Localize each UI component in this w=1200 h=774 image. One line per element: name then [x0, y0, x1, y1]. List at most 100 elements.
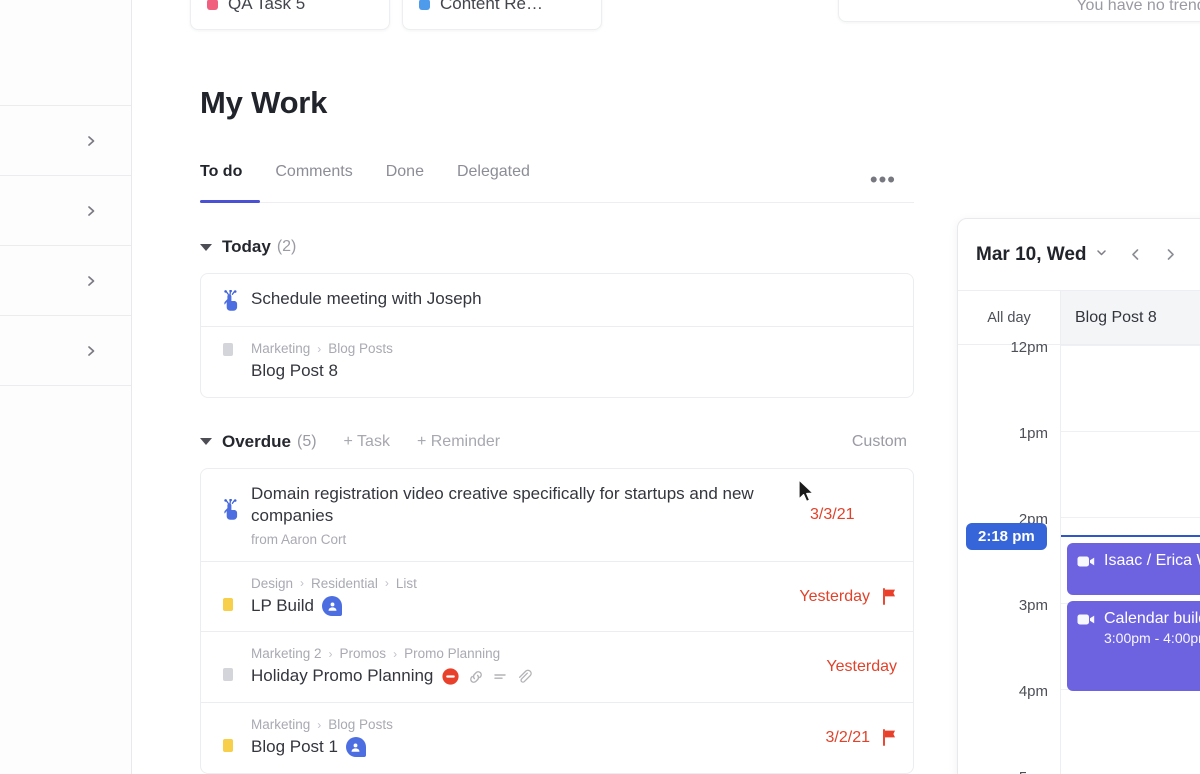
assignee-avatar[interactable]	[345, 737, 366, 758]
breadcrumb-item[interactable]: Marketing	[251, 717, 310, 732]
app-root: QA Task 5 Content Re… You have no trendi…	[0, 0, 1200, 774]
add-task-button[interactable]: + Task	[344, 433, 390, 451]
event-time: 3:00pm - 4:00pm	[1104, 630, 1200, 646]
breadcrumb-separator-icon: ›	[300, 576, 305, 591]
tab-to-do[interactable]: To do	[200, 163, 242, 198]
section-count: (2)	[276, 238, 297, 255]
chevron-right-icon[interactable]	[84, 274, 98, 288]
sidebar-row-2[interactable]	[0, 176, 131, 246]
task-name: Schedule meeting with Joseph	[251, 288, 883, 311]
breadcrumb-item[interactable]: Blog Posts	[328, 717, 393, 732]
calendar-date-label[interactable]: Mar 10, Wed	[976, 244, 1087, 266]
sidebar-row-4[interactable]	[0, 316, 131, 386]
trending-empty-text: You have no trending	[1076, 0, 1200, 14]
priority-flag-icon[interactable]	[882, 588, 897, 606]
breadcrumb-item[interactable]: Marketing	[251, 341, 310, 356]
calendar-time-grid: 12pm 1pm 2pm 3pm 4pm 5pm	[958, 339, 1200, 774]
status-square-icon[interactable]	[223, 739, 233, 753]
all-day-row: All day Blog Post 8	[958, 291, 1200, 345]
calendar-nav	[1128, 247, 1178, 262]
tab-delegated[interactable]: Delegated	[457, 163, 530, 198]
breadcrumb-item[interactable]: List	[396, 576, 417, 591]
breadcrumb-item[interactable]: Marketing 2	[251, 646, 322, 661]
person-icon	[328, 602, 336, 611]
calendar-lanes[interactable]: Isaac / Erica W Calendar build 3:00pm - …	[1061, 345, 1200, 774]
task-body: Marketing › Blog Posts Blog Post 8	[251, 341, 883, 383]
status-square-icon[interactable]	[223, 668, 233, 682]
next-day-button[interactable]	[1163, 247, 1178, 262]
chevron-right-icon[interactable]	[84, 134, 98, 148]
collapse-caret-icon[interactable]	[200, 243, 212, 251]
task-row[interactable]: Marketing 2 › Promos › Promo Planning Ho…	[200, 632, 914, 704]
main-column: My Work To do Comments Done Delegated ••…	[200, 0, 915, 774]
sidebar-row-3[interactable]	[0, 246, 131, 316]
calendar-event[interactable]: Calendar build 3:00pm - 4:00pm	[1067, 601, 1200, 691]
task-name: Domain registration video creative speci…	[251, 483, 796, 528]
hour-gridline	[1061, 517, 1200, 518]
task-name: Blog Post 8	[251, 360, 883, 383]
task-row[interactable]: Marketing › Blog Posts Blog Post 8	[200, 327, 914, 398]
task-row[interactable]: Schedule meeting with Joseph	[200, 273, 914, 327]
task-body: Domain registration video creative speci…	[251, 483, 796, 547]
left-sidebar	[0, 0, 132, 774]
chevron-right-icon[interactable]	[84, 344, 98, 358]
hour-gridline	[1061, 345, 1200, 346]
task-name: Holiday Promo Planning	[251, 665, 812, 688]
sidebar-row-1[interactable]	[0, 106, 131, 176]
breadcrumb-item[interactable]: Promos	[340, 646, 387, 661]
chevron-right-icon[interactable]	[84, 204, 98, 218]
tab-done[interactable]: Done	[386, 163, 424, 198]
breadcrumb: Design › Residential › List	[251, 576, 785, 591]
task-meta: Yesterday	[812, 658, 897, 676]
task-body: Marketing › Blog Posts Blog Post 1	[251, 717, 812, 759]
calendar-event[interactable]: Isaac / Erica W	[1067, 543, 1200, 595]
previous-day-button[interactable]	[1128, 247, 1143, 262]
task-icon-slot	[221, 646, 251, 682]
task-name: LP Build	[251, 595, 785, 618]
assignee-avatar[interactable]	[322, 596, 343, 617]
add-reminder-button[interactable]: + Reminder	[417, 433, 500, 451]
status-square-icon[interactable]	[223, 343, 233, 356]
breadcrumb-item[interactable]: Blog Posts	[328, 341, 393, 356]
tab-comments[interactable]: Comments	[275, 163, 352, 198]
custom-sort-button[interactable]: Custom	[852, 433, 915, 451]
task-body: Marketing 2 › Promos › Promo Planning Ho…	[251, 646, 812, 688]
breadcrumb: Marketing › Blog Posts	[251, 341, 883, 356]
task-body: Design › Residential › List LP Build	[251, 576, 785, 618]
collapse-caret-icon[interactable]	[200, 438, 212, 446]
tabs-more-icon[interactable]: •••	[870, 169, 896, 191]
breadcrumb-separator-icon: ›	[317, 717, 322, 732]
link-icon[interactable]	[468, 669, 484, 685]
priority-flag-icon[interactable]	[882, 729, 897, 747]
video-camera-icon	[1077, 556, 1095, 566]
breadcrumb: Marketing › Blog Posts	[251, 717, 812, 732]
event-title: Isaac / Erica W	[1104, 552, 1200, 569]
task-list-today: Schedule meeting with Joseph Marketing ›…	[200, 273, 914, 398]
sidebar-row-top	[0, 0, 131, 106]
due-date[interactable]: Yesterday	[826, 658, 897, 676]
breadcrumb-item[interactable]: Residential	[311, 576, 378, 591]
breadcrumb-item[interactable]: Design	[251, 576, 293, 591]
video-camera-icon	[1077, 614, 1095, 624]
hour-label: 1pm	[1018, 425, 1048, 442]
task-name-text: LP Build	[251, 595, 315, 615]
section-header-overdue: Overdue (5) + Task + Reminder Custom	[200, 430, 915, 454]
task-icon-slot	[221, 717, 251, 753]
hour-label: 4pm	[1018, 683, 1048, 700]
task-row[interactable]: Design › Residential › List LP Build Yes…	[200, 561, 914, 633]
task-name-text: Domain registration video creative speci…	[251, 483, 754, 526]
due-date[interactable]: 3/2/21	[826, 729, 870, 747]
task-row[interactable]: Marketing › Blog Posts Blog Post 1 3/2/2…	[200, 703, 914, 774]
hour-label: 3pm	[1018, 597, 1048, 614]
breadcrumb-item[interactable]: Promo Planning	[404, 646, 500, 661]
status-square-icon[interactable]	[223, 597, 233, 611]
due-date[interactable]: Yesterday	[799, 588, 870, 606]
description-icon[interactable]	[492, 669, 508, 685]
blocked-icon[interactable]	[441, 667, 460, 686]
all-day-event[interactable]: Blog Post 8	[1061, 291, 1200, 344]
chevron-down-icon[interactable]	[1095, 246, 1108, 264]
mouse-cursor	[798, 479, 814, 502]
attachment-icon[interactable]	[516, 669, 533, 685]
due-date[interactable]: 3/3/21	[810, 506, 854, 524]
current-time-badge: 2:18 pm	[966, 523, 1047, 550]
